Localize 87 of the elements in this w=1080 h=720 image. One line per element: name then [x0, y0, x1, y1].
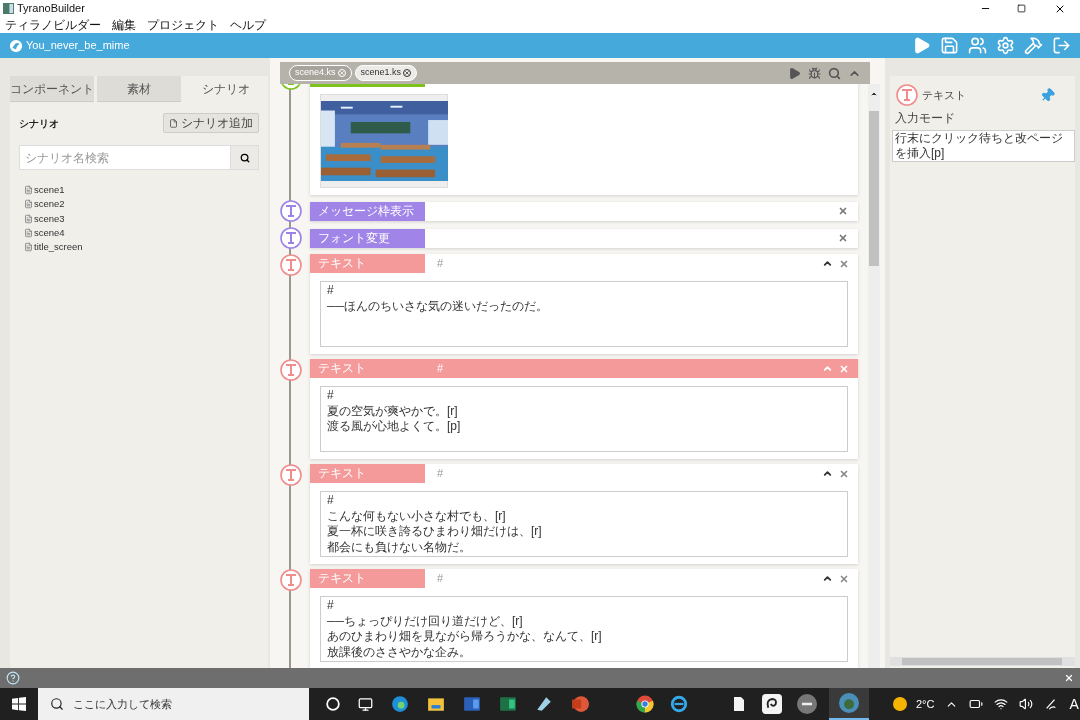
play-icon[interactable]	[912, 36, 931, 55]
close-icon	[337, 69, 346, 77]
close-icon	[403, 69, 412, 77]
volume-icon[interactable]	[1019, 697, 1034, 711]
hammer-icon[interactable]	[1024, 36, 1043, 55]
panel-tab[interactable]: コンポーネント	[10, 76, 94, 102]
scroll-up-icon[interactable]	[870, 90, 878, 98]
users-icon[interactable]	[968, 36, 987, 55]
scenario-file[interactable]: scene4	[24, 225, 259, 241]
taskbar-search-field[interactable]: ここに入力して検索	[38, 688, 309, 720]
file-icon	[24, 213, 33, 224]
horizontal-scrollbar[interactable]	[890, 657, 1075, 666]
bug-icon[interactable]	[808, 66, 821, 80]
properties-title: テキスト	[922, 87, 966, 103]
help-icon[interactable]	[6, 671, 20, 685]
file-icon	[24, 199, 33, 210]
text-field[interactable]: # ──ほんのちいさな気の迷いだったのだ。	[320, 281, 848, 347]
collapse-icon[interactable]	[822, 258, 833, 269]
wifi-icon[interactable]	[994, 697, 1009, 711]
cortana-icon[interactable]	[326, 697, 340, 711]
menu-item[interactable]: ティラノビルダー	[5, 17, 101, 33]
settings-icon[interactable]	[996, 36, 1015, 55]
project-name: You_never_be_mime	[26, 38, 130, 54]
restore-icon[interactable]	[1017, 4, 1026, 13]
folder-icon[interactable]	[427, 695, 445, 713]
search-button[interactable]	[230, 146, 258, 169]
search-field[interactable]: シナリオ名検索	[19, 145, 259, 170]
ime-indicator[interactable]: A	[1069, 693, 1079, 715]
scrollbar[interactable]	[868, 84, 880, 668]
file-icon	[24, 242, 33, 253]
temperature[interactable]: 2°C	[916, 695, 935, 713]
tag-node-icon	[280, 200, 302, 222]
block-label: テキスト	[310, 569, 425, 588]
block-label: テキスト	[310, 464, 425, 483]
block-name: #	[437, 256, 444, 272]
block-label: メッセージ枠表示	[310, 201, 425, 221]
input-mode-field[interactable]: 行末にクリック待ちと改ページを挿入[p]	[892, 130, 1075, 162]
tag-node-icon	[280, 227, 302, 249]
search-icon	[239, 152, 250, 163]
text-node-icon	[280, 464, 302, 486]
battery-icon[interactable]	[969, 697, 984, 711]
text-node-icon	[280, 359, 302, 381]
file-icon	[24, 228, 33, 239]
text-node-icon	[280, 569, 302, 591]
export-icon[interactable]	[1052, 36, 1071, 55]
window-title: TyranoBuilder	[17, 1, 85, 17]
search-input[interactable]: シナリオ名検索	[20, 146, 230, 169]
menu-item[interactable]: プロジェクト	[147, 17, 219, 33]
logo-icon	[9, 38, 23, 53]
block-label: フォント変更	[310, 228, 425, 248]
add-scenario-button[interactable]: シナリオ追加	[163, 113, 259, 133]
collapse-icon[interactable]	[822, 573, 833, 584]
text-field[interactable]: # こんな何もない小さな村でも、[r] 夏一杯に咲き誇るひまわり畑だけは、[r] 都会にも負けない名物だ。	[320, 491, 848, 557]
block-name: #	[437, 571, 444, 587]
file-tab[interactable]: scene1.ks	[354, 65, 418, 81]
block-name: #	[437, 361, 444, 377]
text-field[interactable]: # 夏の空気が爽やかで。[r] 渡る風が心地よくて。[p]	[320, 386, 848, 452]
panel-heading: シナリオ	[19, 116, 59, 131]
file-icon	[169, 118, 178, 128]
text-node-icon	[280, 254, 302, 276]
search-icon[interactable]	[828, 66, 841, 80]
panel-tab[interactable]: 素材	[97, 76, 181, 102]
text-field[interactable]: # ──ちょっぴりだけ回り道だけど、[r] あのひまわり畑を見ながら帰ろうかな、なんて、[r] 放課後のささやかな企み。	[320, 596, 848, 662]
scrollbar-thumb[interactable]	[869, 111, 879, 266]
file-icon	[24, 185, 33, 196]
scenario-file[interactable]: scene2	[24, 197, 259, 212]
scenario-file[interactable]: title_screen	[24, 240, 259, 255]
block-name: #	[437, 466, 444, 482]
document-icon[interactable]	[731, 695, 747, 713]
collapse-icon[interactable]	[822, 468, 833, 479]
block-label: テキスト	[310, 254, 425, 273]
menu-item[interactable]: ヘルプ	[230, 17, 266, 33]
search-icon	[50, 697, 64, 711]
menu-item[interactable]: 編集	[112, 17, 136, 33]
text-node-icon	[896, 84, 918, 106]
scenario-file[interactable]: scene1	[24, 183, 259, 198]
active-app-tab[interactable]	[829, 688, 869, 720]
task-view-icon[interactable]	[358, 696, 373, 712]
taskbar-search-placeholder: ここに入力して検索	[73, 696, 172, 712]
field-label: 入力モード	[894, 110, 956, 127]
scenario-file[interactable]: scene3	[24, 211, 259, 226]
windows-icon[interactable]	[12, 697, 26, 711]
browser-icon[interactable]	[391, 695, 409, 713]
play-icon[interactable]	[788, 66, 801, 80]
chrome-icon[interactable]	[636, 695, 654, 713]
save-icon[interactable]	[940, 36, 959, 55]
sun-icon[interactable]	[892, 696, 908, 712]
